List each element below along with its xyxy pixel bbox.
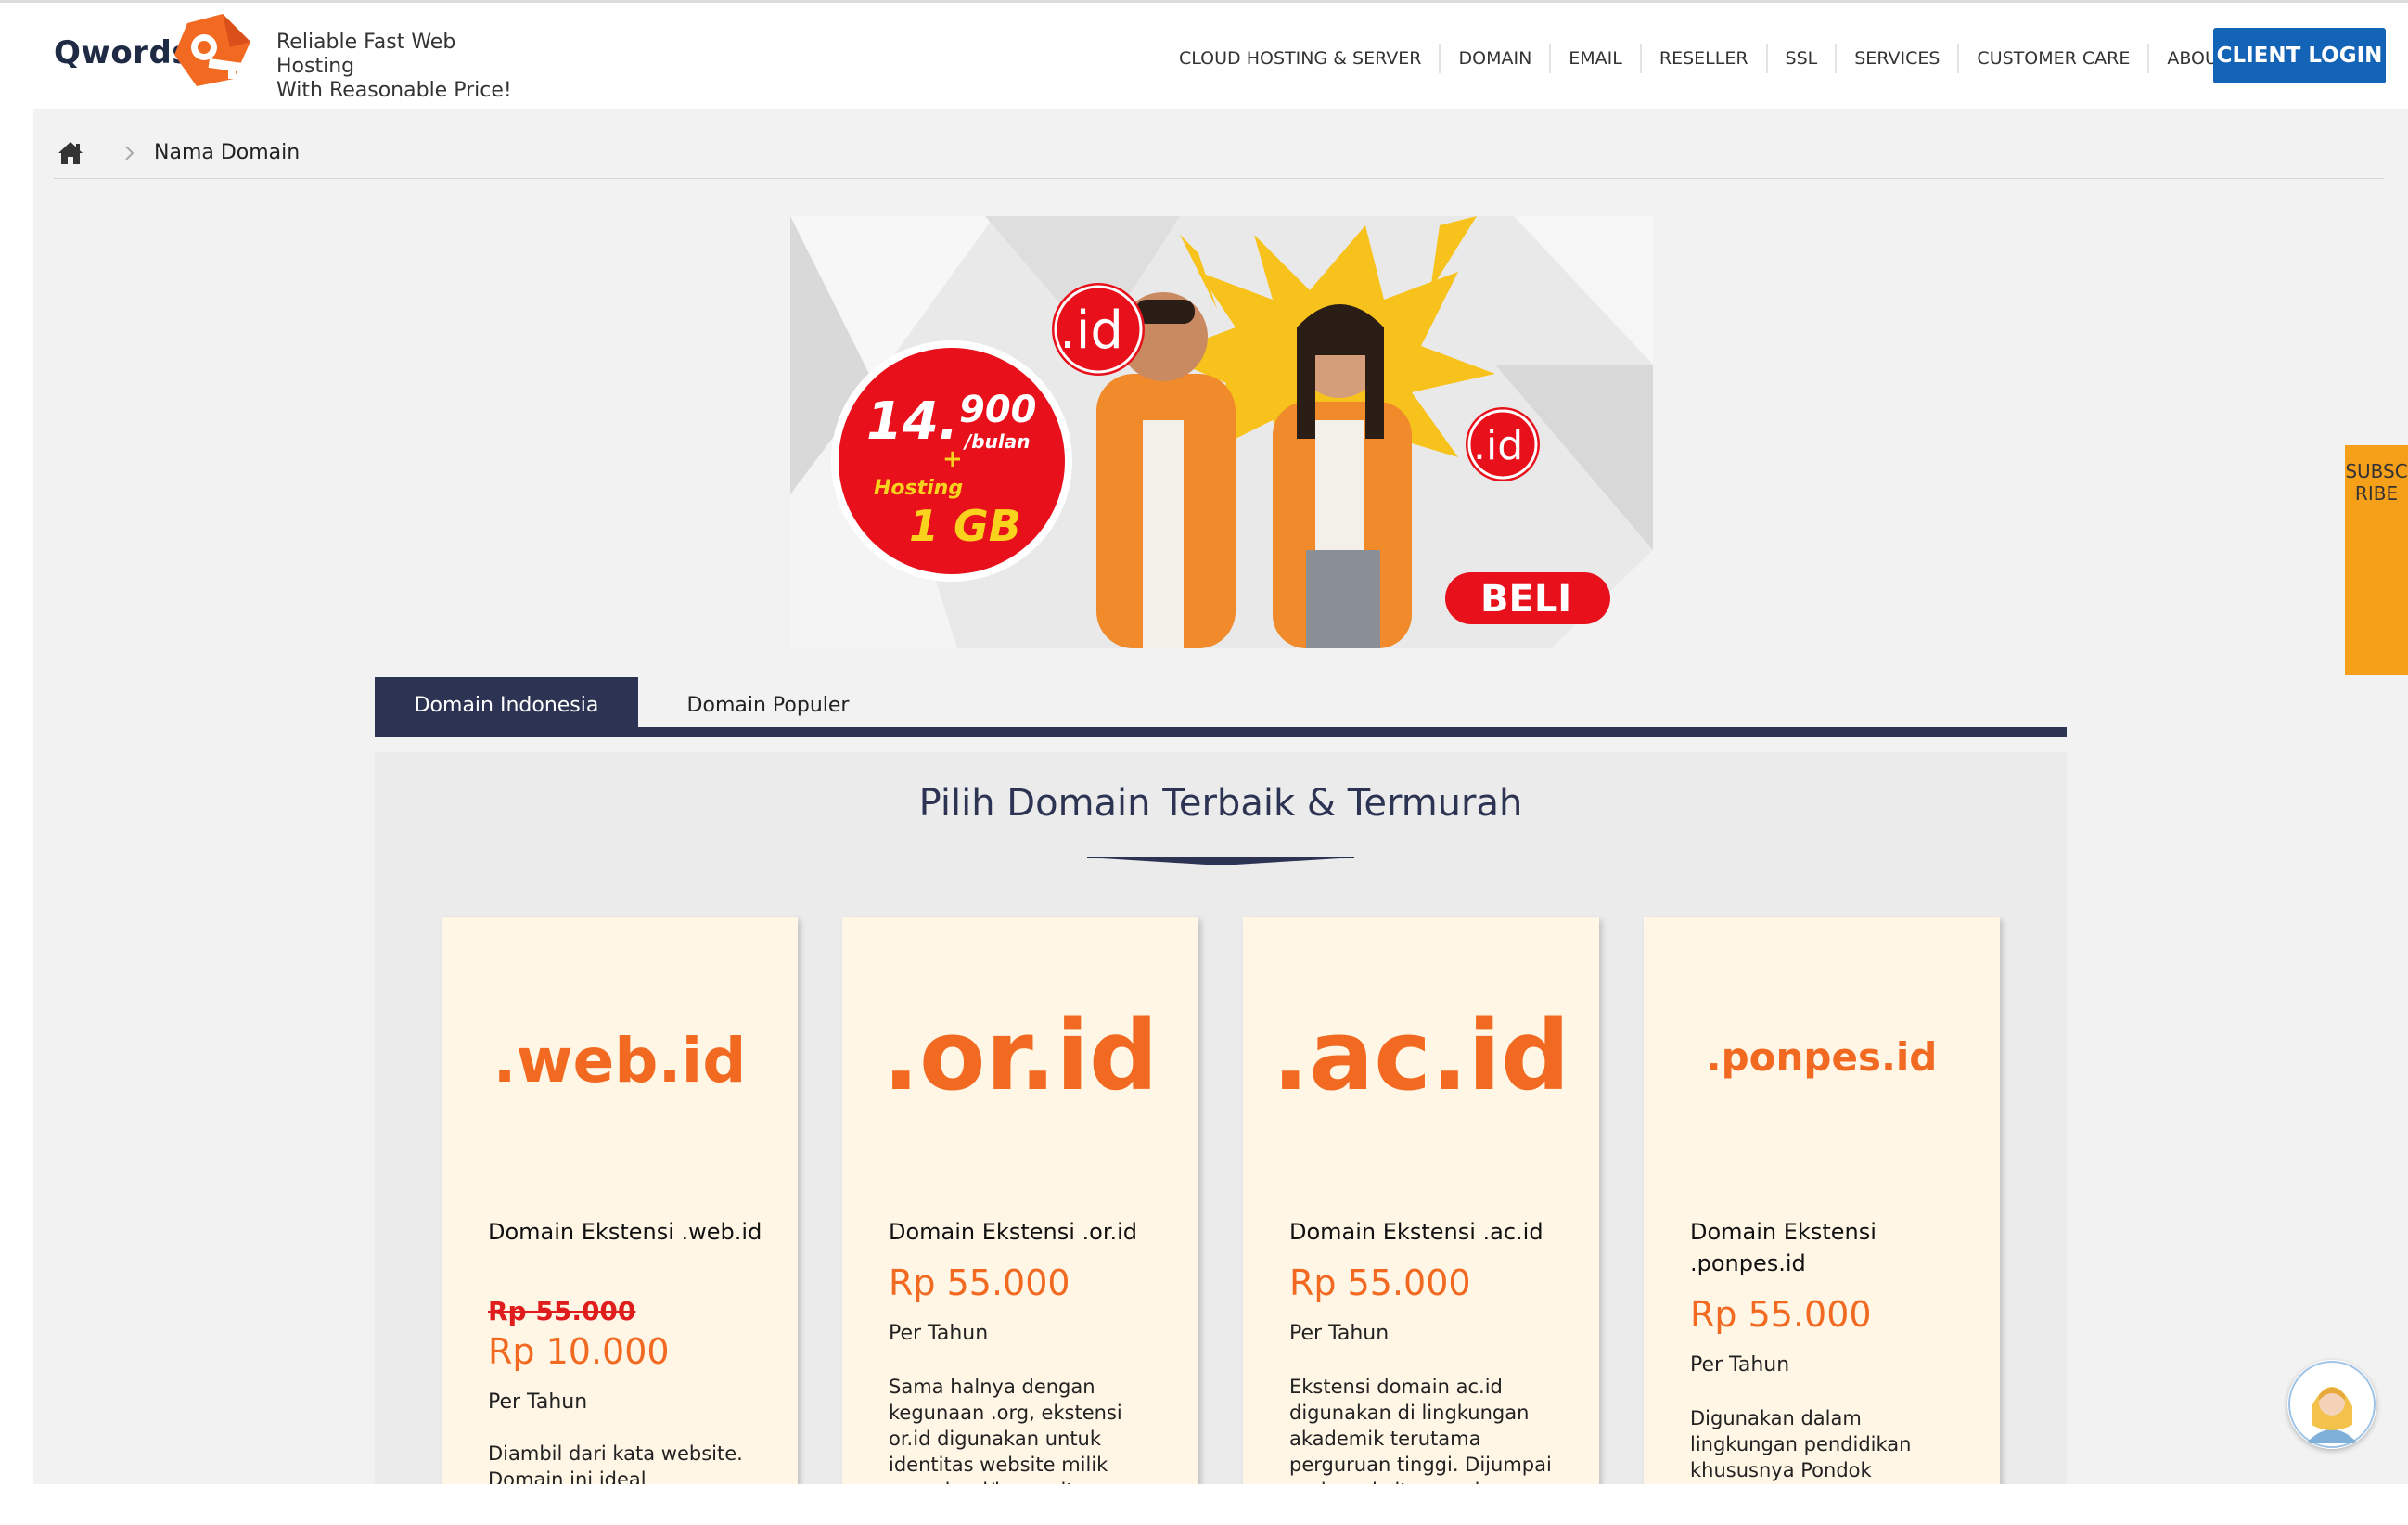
card-title: Domain Ekstensi .web.id (488, 1219, 762, 1245)
chevron-right-icon (125, 146, 134, 160)
card-price: Rp 10.000 (488, 1331, 670, 1372)
nav-cloud-hosting[interactable]: CLOUD HOSTING & SERVER (1161, 44, 1441, 73)
nav-services[interactable]: SERVICES (1837, 44, 1960, 73)
domain-card-web-id[interactable]: .web.id Domain Ekstensi .web.id Rp 55.00… (442, 917, 798, 1484)
card-period: Per Tahun (488, 1390, 588, 1414)
domain-card-or-id[interactable]: .or.id Domain Ekstensi .or.id Rp 55.000 … (842, 917, 1198, 1484)
home-icon[interactable] (58, 141, 83, 165)
tab-domain-populer[interactable]: Domain Populer (638, 677, 898, 735)
banner-id-badge-2: .id (1473, 422, 1523, 469)
nav-domain[interactable]: DOMAIN (1441, 44, 1552, 73)
domain-panel: Pilih Domain Terbaik & Termurah .web.id … (375, 752, 2067, 1484)
tagline-line-1: Reliable Fast Web Hosting (276, 31, 456, 78)
domain-card-ponpes-id[interactable]: .ponpes.id Domain Ekstensi .ponpes.id Rp… (1644, 917, 2000, 1484)
card-period: Per Tahun (1289, 1322, 1390, 1345)
card-description: Sama halnya dengan kegunaan .org, eksten… (889, 1376, 1122, 1484)
card-extension-logo: .ac.id (1272, 999, 1570, 1112)
nav-email[interactable]: EMAIL (1551, 44, 1642, 73)
subscribe-side-tab[interactable]: SUBSCRIBE (2345, 445, 2408, 675)
card-period: Per Tahun (1690, 1353, 1790, 1377)
promo-banner[interactable]: 14. 900 /bulan + Hosting 1 GB .id .id BE… (790, 216, 1653, 648)
nav-ssl[interactable]: SSL (1768, 44, 1838, 73)
logo-tagline: Reliable Fast Web Hosting With Reasonabl… (276, 31, 536, 103)
card-extension-logo: .or.id (882, 999, 1159, 1112)
banner-plus: + (942, 445, 963, 473)
title-underline-divider (1087, 857, 1354, 865)
chat-avatar-button[interactable] (2287, 1360, 2376, 1449)
domain-card-ac-id[interactable]: .ac.id Domain Ekstensi .ac.id Rp 55.000 … (1243, 917, 1599, 1484)
promo-banner-art: 14. 900 /bulan + Hosting 1 GB .id .id BE… (790, 216, 1653, 648)
card-price: Rp 55.000 (1690, 1294, 1872, 1335)
breadcrumb: Nama Domain (54, 135, 2384, 179)
site-header: Qwords Reliable Fast Web Hosting With Re… (33, 3, 2408, 109)
page: Qwords Reliable Fast Web Hosting With Re… (33, 3, 2408, 1484)
tab-bar-underline (375, 727, 2067, 737)
banner-price-sup: 900 (959, 389, 1037, 431)
card-title: Domain Ekstensi .ac.id (1289, 1219, 1543, 1245)
banner-cta: BELI (1480, 578, 1571, 621)
banner-hosting: Hosting (874, 477, 963, 500)
banner-id-badge-1: .id (1059, 301, 1123, 361)
support-agent-icon (2288, 1361, 2376, 1448)
card-price: Rp 55.000 (1289, 1262, 1471, 1303)
card-extension-logo: .ponpes.id (1706, 1034, 1938, 1080)
nav-reseller[interactable]: RESELLER (1642, 44, 1768, 73)
breadcrumb-current: Nama Domain (154, 141, 301, 164)
card-title: Domain Ekstensi .ponpes.id (1690, 1219, 1876, 1276)
card-extension-logo: .web.id (493, 1025, 747, 1096)
tagline-line-2: With Reasonable Price! (276, 79, 512, 102)
banner-price-unit: /bulan (963, 430, 1030, 453)
banner-size: 1 GB (909, 501, 1021, 551)
card-description: Diambil dari kata website. Domain ini id… (488, 1442, 743, 1484)
banner-price-main: 14. (866, 391, 958, 452)
card-description: Digunakan dalam lingkungan pendidikan kh… (1690, 1407, 1912, 1481)
logo-mark-icon (174, 14, 250, 86)
card-price: Rp 55.000 (889, 1262, 1070, 1303)
card-old-price: Rp 55.000 (488, 1296, 636, 1326)
card-title: Domain Ekstensi .or.id (889, 1219, 1138, 1245)
domain-tabs: Domain Indonesia Domain Populer (375, 677, 2067, 737)
client-login-button[interactable]: CLIENT LOGIN (2213, 28, 2386, 83)
nav-customer-care[interactable]: CUSTOMER CARE (1959, 44, 2150, 73)
tab-domain-indonesia[interactable]: Domain Indonesia (375, 677, 638, 735)
section-title: Pilih Domain Terbaik & Termurah (918, 782, 1523, 825)
card-period: Per Tahun (889, 1322, 989, 1345)
site-logo[interactable]: Qwords Reliable Fast Web Hosting With Re… (54, 14, 536, 102)
subscribe-label: SUBSCRIBE (2345, 460, 2408, 505)
main-nav: CLOUD HOSTING & SERVER DOMAIN EMAIL RESE… (1161, 31, 2247, 86)
card-description: Ekstensi domain ac.id digunakan di lingk… (1289, 1376, 1552, 1484)
